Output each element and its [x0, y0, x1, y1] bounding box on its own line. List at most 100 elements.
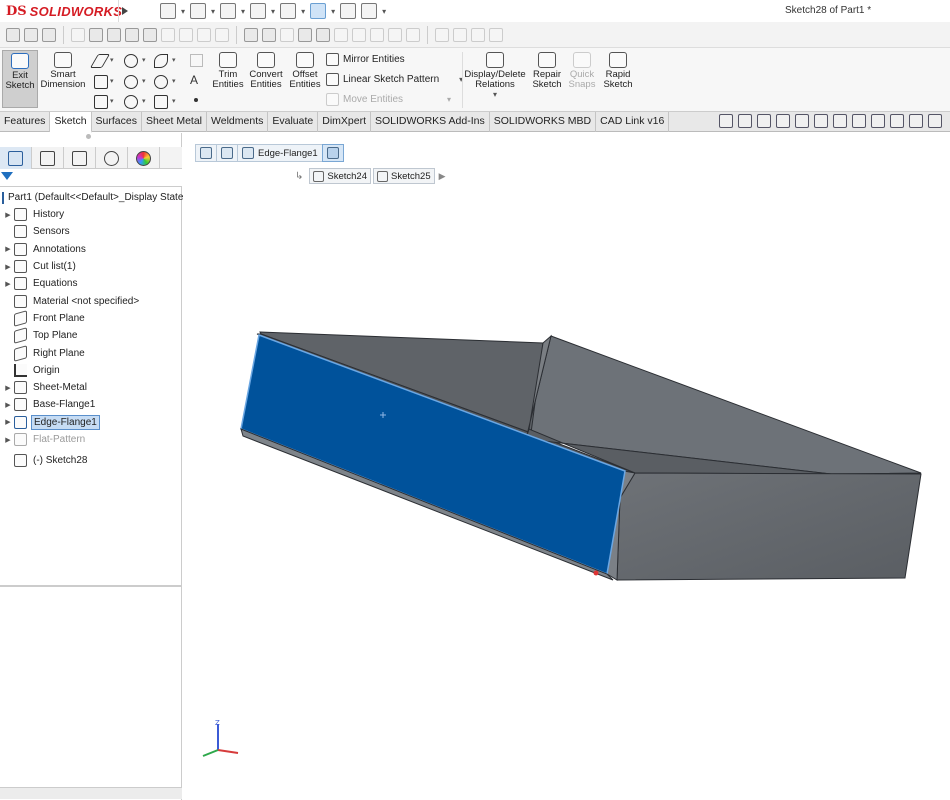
line-tool-icon[interactable] — [89, 54, 111, 68]
panel-scrollbar[interactable] — [0, 787, 182, 799]
undo-icon[interactable] — [280, 3, 297, 19]
monitor-icon[interactable] — [928, 114, 942, 128]
tree-item-annotations[interactable]: ▶ Annotations — [0, 241, 182, 258]
unfold-tool-icon[interactable] — [298, 27, 312, 42]
point-tool-icon[interactable] — [194, 98, 198, 102]
display-delete-relations-button[interactable]: Display/Delete Relations ▾ — [464, 52, 526, 100]
tree-item-sketch28[interactable]: (-) Sketch28 — [0, 452, 182, 469]
tree-item-sensors[interactable]: Sensors — [0, 223, 182, 240]
expand-arrow-icon[interactable]: ▶ — [2, 401, 14, 409]
tree-item-cut-list[interactable]: ▶ Cut list(1) — [0, 258, 182, 275]
rollback-bar[interactable] — [0, 585, 182, 587]
hem-tool-icon[interactable] — [89, 27, 103, 42]
dimxpert-manager-tab[interactable] — [96, 147, 128, 169]
rebuild-traffic-light-icon[interactable] — [340, 3, 357, 19]
solidworks-logo[interactable]: DS SOLIDWORKS — [0, 0, 122, 22]
smart-dimension-button[interactable]: Smart Dimension — [40, 52, 86, 90]
configuration-manager-tab[interactable] — [64, 147, 96, 169]
plane-tool-icon[interactable] — [190, 54, 203, 67]
cross-break-tool-icon[interactable] — [143, 27, 157, 42]
no-bends-tool-icon[interactable] — [352, 27, 366, 42]
select-dropdown-icon[interactable]: ▾ — [331, 7, 335, 16]
tree-item-flat-pattern[interactable]: ▶ Flat-Pattern — [0, 431, 182, 448]
select-pointer-icon[interactable] — [310, 3, 327, 19]
expand-arrow-icon[interactable]: ▶ — [2, 263, 14, 271]
break-corner-tool-icon[interactable] — [197, 27, 211, 42]
expand-arrow-icon[interactable]: ▶ — [2, 436, 14, 444]
view-settings-icon[interactable] — [909, 114, 923, 128]
menu-expand-arrow[interactable] — [118, 0, 130, 22]
undo-dropdown-icon[interactable]: ▾ — [301, 7, 305, 16]
repair-sketch-button[interactable]: Repair Sketch — [530, 52, 564, 90]
simple-hole-tool-icon[interactable] — [262, 27, 276, 42]
front-flange-face[interactable] — [616, 472, 922, 581]
spline-tool-icon[interactable] — [154, 54, 168, 68]
exit-sketch-button[interactable]: Exit Sketch — [2, 50, 38, 108]
miter-flange-tool-icon[interactable] — [71, 27, 85, 42]
expand-arrow-icon[interactable]: ▶ — [2, 280, 14, 288]
forming-tool-icon[interactable] — [215, 27, 229, 42]
print-dropdown-icon[interactable]: ▾ — [271, 7, 275, 16]
display-manager-tab[interactable] — [128, 147, 160, 169]
feature-manager-tab[interactable] — [0, 147, 32, 169]
convert-entities-button[interactable]: Convert Entities — [246, 52, 286, 90]
zoom-to-area-icon[interactable] — [738, 114, 752, 128]
tab-solidworks-add-ins[interactable]: SOLIDWORKS Add-Ins — [371, 112, 490, 132]
save-icon[interactable] — [220, 3, 237, 19]
section-view-icon[interactable] — [776, 114, 790, 128]
graphics-area[interactable]: Edge-Flange1 ↳ Sketch24 Sketch25 ▶ Z — [183, 133, 950, 800]
sheet-metal-tool-icon[interactable] — [6, 27, 20, 42]
tree-item-sheet-metal[interactable]: ▶ Sheet-Metal — [0, 379, 182, 396]
slot-tool-icon[interactable] — [94, 95, 108, 109]
hide-show-items-icon[interactable] — [852, 114, 866, 128]
sketch-fillet-tool-icon[interactable] — [154, 95, 168, 109]
apply-scene-icon[interactable] — [890, 114, 904, 128]
tree-item-base-flange[interactable]: ▶ Base-Flange1 — [0, 396, 182, 413]
tree-item-material[interactable]: Material <not specified> — [0, 292, 182, 309]
open-folder-icon[interactable] — [190, 3, 207, 19]
tab-slot-tool-icon[interactable] — [435, 27, 449, 42]
jog-tool-icon[interactable] — [107, 27, 121, 42]
vertex-marker[interactable] — [593, 570, 599, 576]
property-manager-tab[interactable] — [32, 147, 64, 169]
extruded-cut-tool-icon[interactable] — [244, 27, 258, 42]
closed-corner-tool-icon[interactable] — [161, 27, 175, 42]
fold-tool-icon[interactable] — [316, 27, 330, 42]
tab-surfaces[interactable]: Surfaces — [92, 112, 142, 132]
print-icon[interactable] — [250, 3, 267, 19]
move-dropdown-icon[interactable]: ▾ — [447, 95, 451, 104]
options-gear-icon[interactable] — [361, 3, 378, 19]
tab-dimxpert[interactable]: DimXpert — [318, 112, 371, 132]
display-style-icon[interactable] — [833, 114, 847, 128]
base-flange-tool-icon[interactable] — [24, 27, 38, 42]
tree-item-history[interactable]: ▶ History — [0, 206, 182, 223]
tab-evaluate[interactable]: Evaluate — [268, 112, 319, 132]
polygon-tool-icon[interactable] — [124, 95, 138, 109]
ellipse-tool-icon[interactable] — [154, 75, 168, 89]
tab-sheet-metal[interactable]: Sheet Metal — [142, 112, 208, 132]
trim-entities-button[interactable]: Trim Entities — [210, 52, 246, 90]
edit-appearance-icon[interactable] — [871, 114, 885, 128]
tree-item-edge-flange[interactable]: ▶ Edge-Flange1 — [0, 414, 182, 431]
tab-features[interactable]: Features — [0, 112, 51, 132]
tree-item-front-plane[interactable]: Front Plane — [0, 310, 182, 327]
new-document-icon[interactable] — [160, 3, 176, 19]
edge-flange-tool-icon[interactable] — [42, 27, 56, 42]
flatten-tool-icon[interactable] — [334, 27, 348, 42]
dynamic-annotation-icon[interactable] — [795, 114, 809, 128]
quick-snaps-button[interactable]: Quick Snaps — [566, 52, 598, 90]
tab-solidworks-mbd[interactable]: SOLIDWORKS MBD — [490, 112, 597, 132]
right-flange-inner-face[interactable] — [525, 335, 922, 475]
welded-corner-tool-icon[interactable] — [179, 27, 193, 42]
tree-filter-bar[interactable] — [0, 169, 182, 187]
insert-rip-tool-icon[interactable] — [370, 27, 384, 42]
text-tool-icon[interactable]: A — [190, 74, 203, 87]
previous-view-icon[interactable] — [757, 114, 771, 128]
arc-tool-icon[interactable] — [124, 75, 138, 89]
relations-dropdown-icon[interactable]: ▾ — [464, 90, 526, 100]
convert-to-sheet-metal-tool-icon[interactable] — [388, 27, 402, 42]
expand-arrow-icon[interactable]: ▶ — [2, 418, 14, 426]
open-dropdown-icon[interactable]: ▾ — [211, 7, 215, 16]
tree-item-right-plane[interactable]: Right Plane — [0, 344, 182, 362]
rectangle-tool-icon[interactable] — [94, 75, 108, 89]
